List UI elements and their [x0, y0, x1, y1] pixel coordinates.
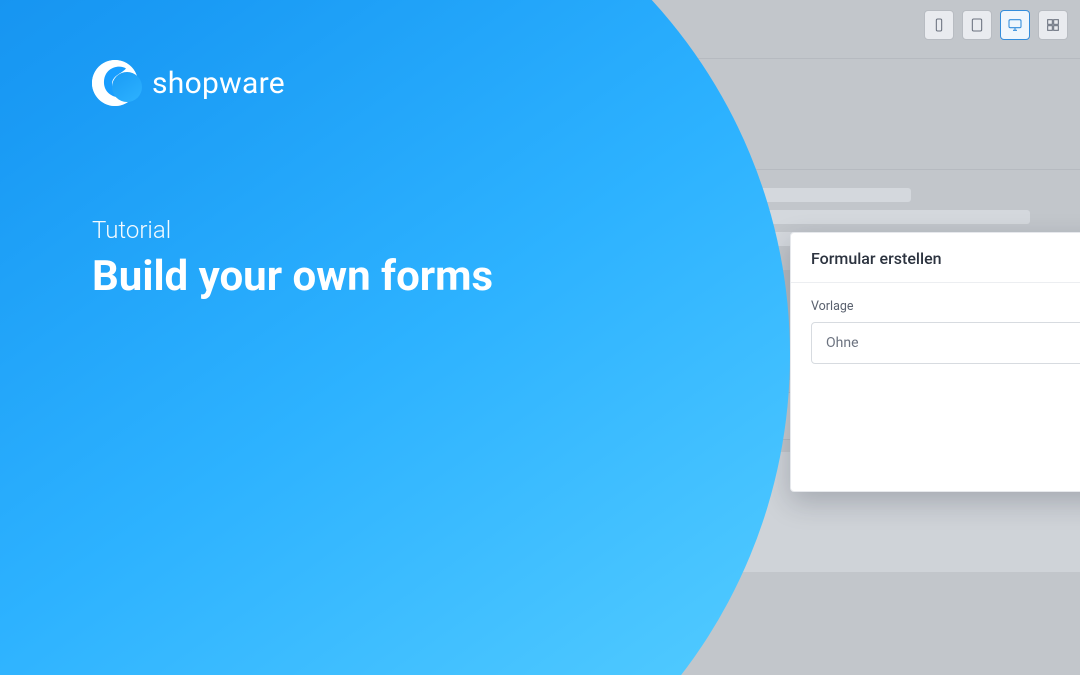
layout-grid-button[interactable]	[1038, 10, 1068, 40]
overlay-text: shopware Tutorial Build your own forms	[92, 60, 493, 300]
brand-name: shopware	[152, 66, 285, 101]
device-tablet-button[interactable]	[962, 10, 992, 40]
template-field-label: Vorlage	[811, 299, 1080, 314]
overlay-kicker: Tutorial	[92, 216, 493, 244]
shopware-logo-icon	[92, 60, 138, 106]
device-toolbar	[924, 10, 1068, 40]
overlay-headline: Build your own forms	[92, 254, 493, 300]
device-desktop-button[interactable]	[1000, 10, 1030, 40]
brand-lockup: shopware	[92, 60, 493, 106]
template-select-value: Ohne	[826, 335, 859, 351]
modal-title: Formular erstellen	[791, 233, 1080, 283]
create-form-modal: Formular erstellen Vorlage Ohne	[790, 232, 1080, 492]
device-mobile-button[interactable]	[924, 10, 954, 40]
template-select[interactable]: Ohne	[811, 322, 1080, 364]
